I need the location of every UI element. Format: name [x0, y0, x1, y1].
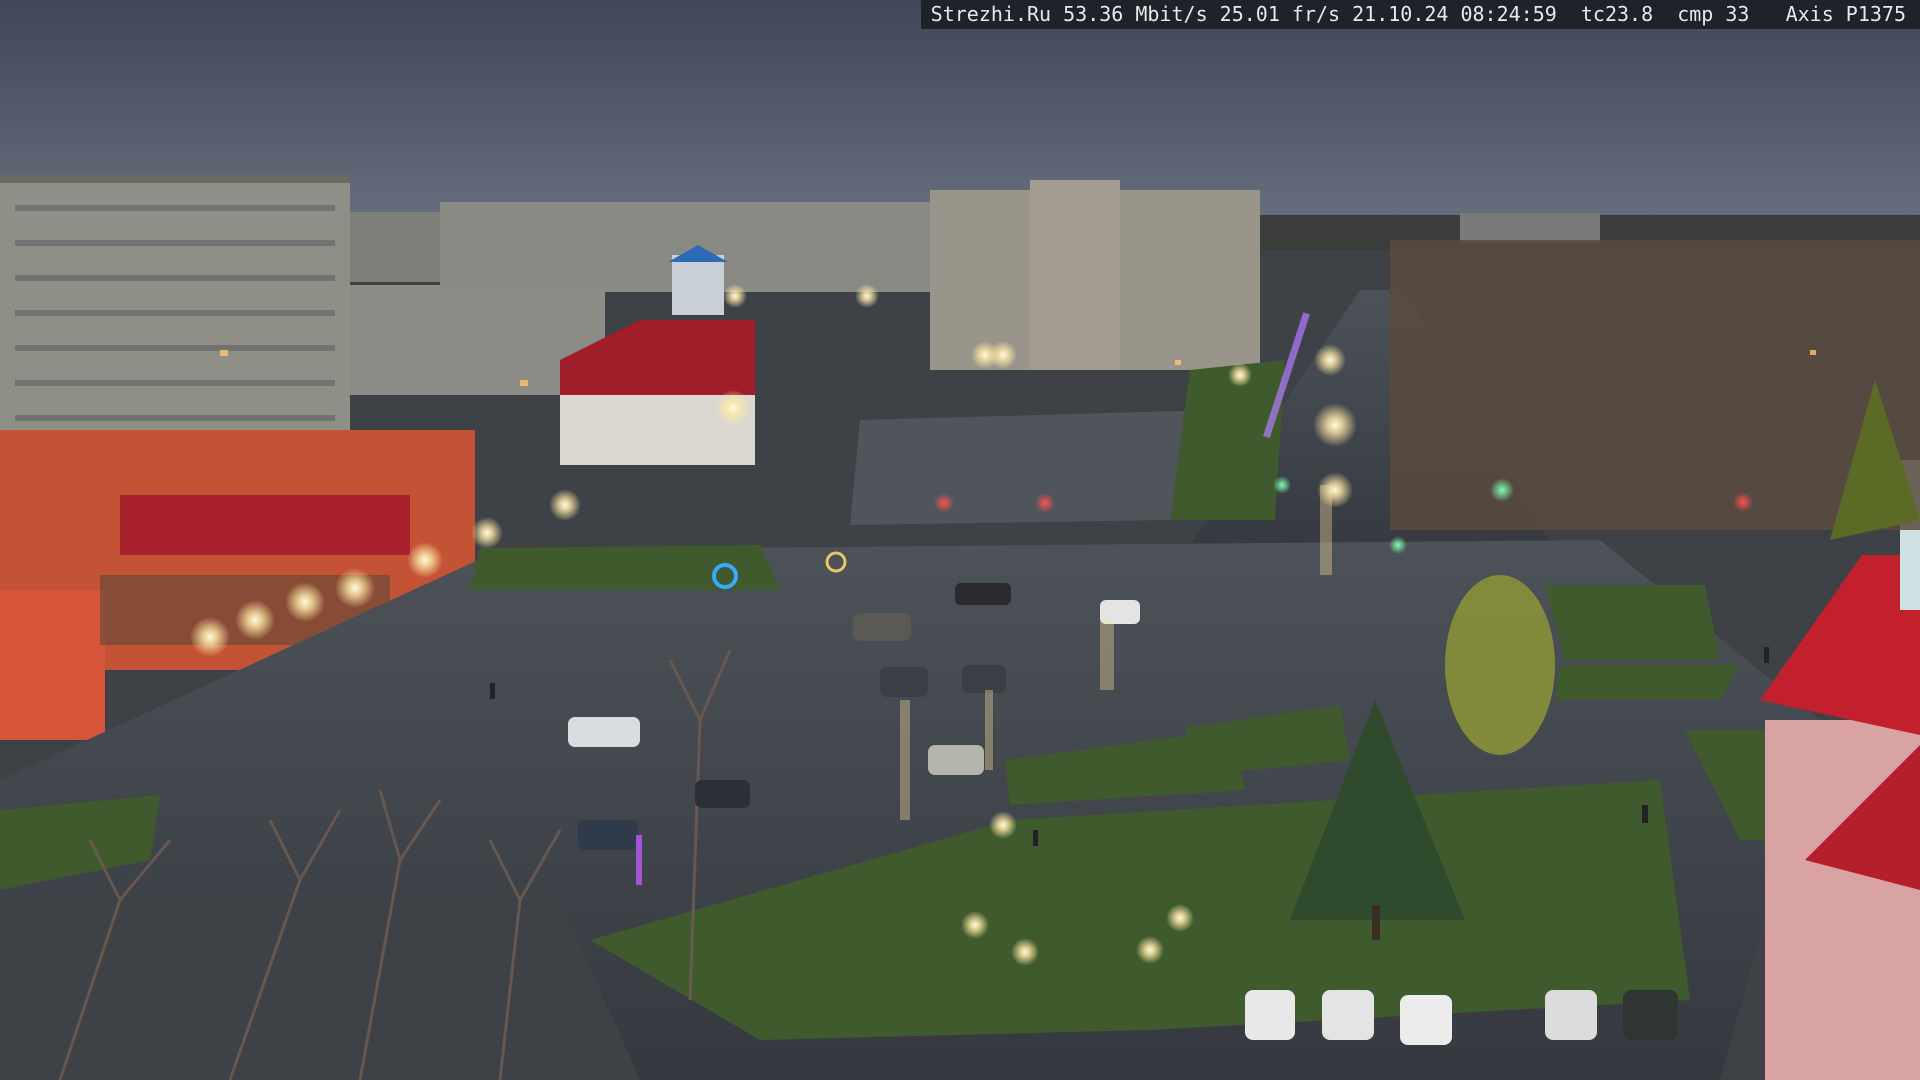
street-camera-scene: [0, 0, 1920, 1080]
yellow-birch: [1445, 575, 1555, 755]
right-forest: [1390, 240, 1920, 530]
central-plaza: [850, 410, 1215, 525]
camera-frame: Strezhi.Ru 53.36 Mbit/s 25.01 fr/s 21.10…: [0, 0, 1920, 1080]
blue-roof-tower: [672, 255, 724, 315]
camera-osd-overlay: Strezhi.Ru 53.36 Mbit/s 25.01 fr/s 21.10…: [920, 0, 1920, 29]
